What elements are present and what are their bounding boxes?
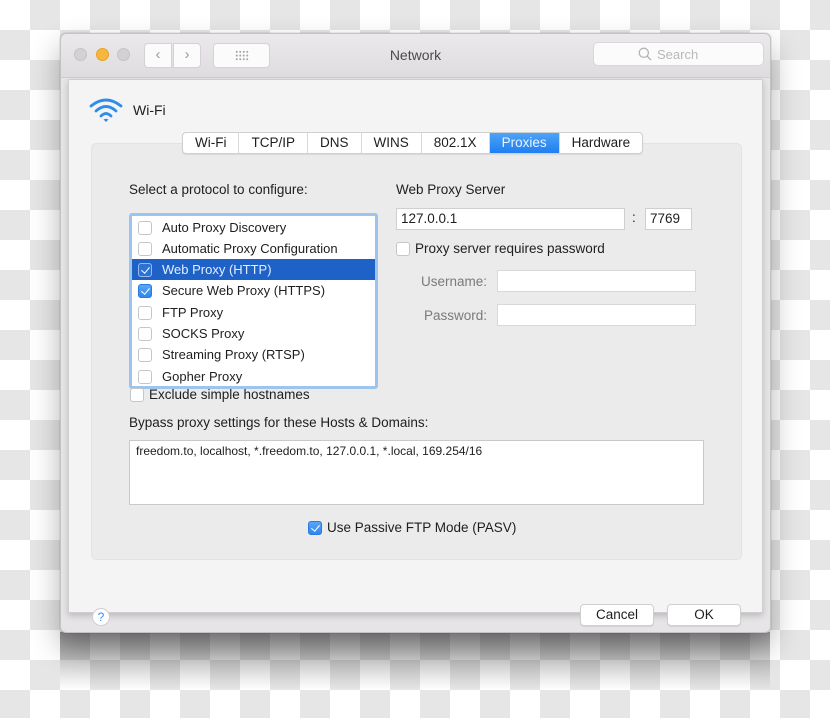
protocol-heading: Select a protocol to configure:: [129, 182, 308, 197]
username-field[interactable]: [497, 270, 696, 292]
window-shadow: [60, 632, 770, 690]
protocol-item[interactable]: FTP Proxy: [132, 302, 375, 323]
tab-8021x[interactable]: 802.1X: [422, 133, 490, 153]
protocol-item[interactable]: Auto Proxy Discovery: [132, 217, 375, 238]
exclude-simple-hostnames-checkbox[interactable]: [130, 388, 144, 402]
help-button[interactable]: ?: [92, 608, 110, 626]
requires-password-label: Proxy server requires password: [415, 241, 605, 256]
protocol-item[interactable]: Gopher Proxy: [132, 366, 375, 387]
requires-password-checkbox[interactable]: [396, 242, 410, 256]
proxy-server-address-field[interactable]: 127.0.0.1: [396, 208, 625, 230]
proxies-panel: Select a protocol to configure: Auto Pro…: [91, 143, 742, 560]
passive-ftp-label: Use Passive FTP Mode (PASV): [327, 520, 517, 535]
protocol-label: Auto Proxy Discovery: [162, 220, 287, 235]
cancel-button[interactable]: Cancel: [580, 604, 654, 626]
connection-name: Wi-Fi: [133, 102, 166, 118]
tab-bar: Wi-Fi TCP/IP DNS WINS 802.1X Proxies Har…: [182, 132, 644, 154]
passive-ftp-checkbox[interactable]: [308, 521, 322, 535]
search-placeholder: Search: [657, 47, 699, 62]
title-bar[interactable]: ‹ › Network Search: [61, 34, 770, 78]
question-mark-icon: ?: [97, 610, 105, 624]
tab-wifi[interactable]: Wi-Fi: [183, 133, 240, 153]
protocol-label: Secure Web Proxy (HTTPS): [162, 283, 326, 298]
protocol-checkbox[interactable]: [138, 306, 152, 320]
protocol-checkbox[interactable]: [138, 221, 152, 235]
protocol-checkbox[interactable]: [138, 327, 152, 341]
wifi-icon: [89, 98, 123, 122]
bypass-heading: Bypass proxy settings for these Hosts & …: [129, 415, 429, 430]
protocol-checkbox[interactable]: [138, 348, 152, 362]
username-label: Username:: [421, 274, 488, 289]
tab-tcpip[interactable]: TCP/IP: [239, 133, 308, 153]
protocol-label: Automatic Proxy Configuration: [162, 241, 338, 256]
web-proxy-server-heading: Web Proxy Server: [396, 182, 506, 197]
protocol-item[interactable]: SOCKS Proxy: [132, 323, 375, 344]
search-input[interactable]: Search: [593, 42, 764, 66]
proxies-sheet: Wi-Fi Wi-Fi TCP/IP DNS WINS 802.1X Proxi…: [68, 79, 763, 626]
exclude-simple-hostnames-label: Exclude simple hostnames: [149, 387, 310, 402]
protocol-label: Streaming Proxy (RTSP): [162, 347, 305, 362]
protocol-item-selected[interactable]: Web Proxy (HTTP): [132, 259, 375, 280]
protocol-label: Gopher Proxy: [162, 369, 243, 384]
protocol-checkbox[interactable]: [138, 263, 152, 277]
port-separator: :: [632, 210, 636, 225]
protocol-checkbox[interactable]: [138, 370, 152, 384]
network-preferences-window: ‹ › Network Search Wi-Fi Wi-Fi TCP/IP DN…: [60, 33, 771, 633]
tab-hardware[interactable]: Hardware: [560, 133, 643, 153]
ok-button[interactable]: OK: [667, 604, 741, 626]
protocol-label: FTP Proxy: [162, 305, 224, 320]
password-label: Password:: [424, 308, 488, 323]
protocol-label: SOCKS Proxy: [162, 326, 245, 341]
bypass-hosts-textarea[interactable]: freedom.to, localhost, *.freedom.to, 127…: [129, 440, 704, 505]
search-icon: [638, 47, 652, 61]
tab-wins[interactable]: WINS: [362, 133, 422, 153]
protocol-item[interactable]: Streaming Proxy (RTSP): [132, 344, 375, 365]
tab-proxies[interactable]: Proxies: [489, 133, 560, 153]
tab-dns[interactable]: DNS: [308, 133, 362, 153]
password-field[interactable]: [497, 304, 696, 326]
protocol-label: Web Proxy (HTTP): [162, 262, 272, 277]
protocol-checkbox[interactable]: [138, 242, 152, 256]
protocol-item[interactable]: Automatic Proxy Configuration: [132, 238, 375, 259]
proxy-port-field[interactable]: 7769: [645, 208, 692, 230]
protocol-list[interactable]: Auto Proxy Discovery Automatic Proxy Con…: [129, 213, 378, 389]
protocol-checkbox[interactable]: [138, 284, 152, 298]
protocol-item[interactable]: Secure Web Proxy (HTTPS): [132, 280, 375, 301]
